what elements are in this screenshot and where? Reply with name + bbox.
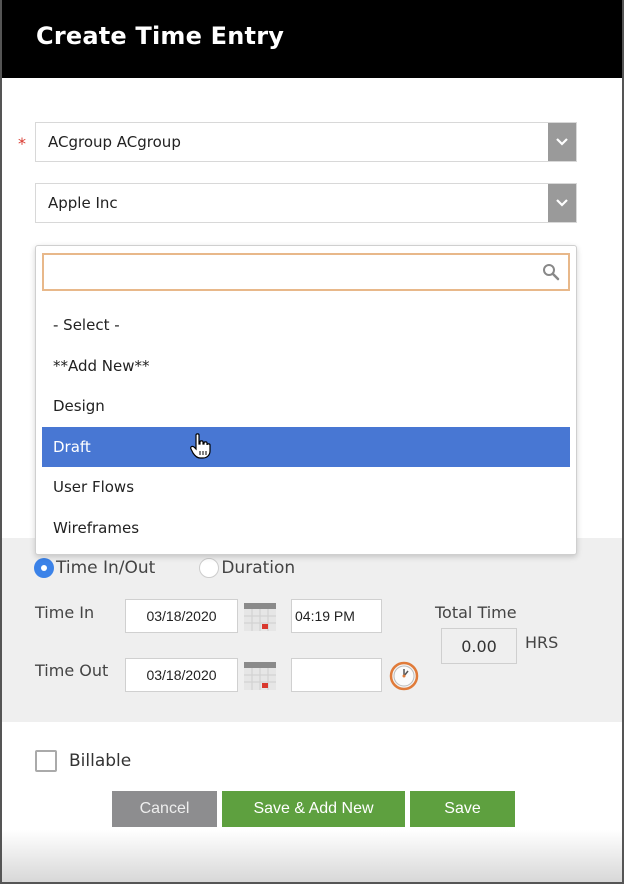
dropdown-options-list: - Select - **Add New** Design Draft User… [42,305,570,548]
time-out-date-input[interactable]: 03/18/2020 [125,658,238,692]
radio-duration[interactable]: Duration [199,558,295,578]
dropdown-option[interactable]: **Add New** [42,346,570,387]
time-in-time-input[interactable]: 04:19 PM [291,599,382,633]
dropdown-search-input[interactable] [52,255,532,289]
cancel-button[interactable]: Cancel [112,791,217,827]
chevron-down-icon[interactable] [548,123,576,161]
billable-checkbox[interactable] [35,750,57,772]
dropdown-option[interactable]: User Flows [42,467,570,508]
calendar-icon[interactable] [244,603,276,631]
dropdown-option-highlighted[interactable]: Draft [42,426,570,467]
dropdown-option[interactable]: Wireframes [42,508,570,549]
save-and-add-new-button[interactable]: Save & Add New [222,791,405,827]
radio-button-selected[interactable] [34,558,54,578]
total-time-unit: HRS [525,633,559,652]
create-time-entry-dialog: Create Time Entry * ACgroup ACgroup Appl… [0,0,624,884]
radio-time-in-out[interactable]: Time In/Out [34,558,155,578]
entry-mode-radio-group: Time In/Out Duration [34,556,295,580]
search-icon [543,264,560,281]
employee-select[interactable]: ACgroup ACgroup [35,122,577,162]
dialog-header: Create Time Entry [2,0,622,78]
time-out-label: Time Out [35,661,109,680]
customer-select-value: Apple Inc [48,194,118,212]
dropdown-option-label: Draft [53,437,91,456]
save-button[interactable]: Save [410,791,515,827]
required-marker: * [18,134,26,153]
radio-button[interactable] [199,558,220,578]
dropdown-option[interactable]: Design [42,386,570,427]
clock-icon[interactable] [389,661,419,691]
radio-label: Time In/Out [56,558,156,578]
radio-label: Duration [221,558,296,578]
hand-cursor-icon [190,432,211,459]
footer-background [2,830,622,882]
time-out-time-input[interactable] [291,658,382,692]
dropdown-option[interactable]: - Select - [42,305,570,346]
total-time-label: Total Time [435,603,517,622]
calendar-icon[interactable] [244,662,276,690]
employee-select-value: ACgroup ACgroup [48,133,181,151]
dropdown-search-box[interactable] [42,253,570,291]
chevron-down-icon[interactable] [548,184,576,222]
dialog-title: Create Time Entry [36,22,285,50]
task-dropdown-menu: - Select - **Add New** Design Draft User… [35,245,577,555]
billable-label: Billable [69,751,132,771]
time-in-label: Time In [35,603,95,622]
time-in-date-input[interactable]: 03/18/2020 [125,599,238,633]
total-time-value: 0.00 [441,628,517,664]
customer-select[interactable]: Apple Inc [35,183,577,223]
